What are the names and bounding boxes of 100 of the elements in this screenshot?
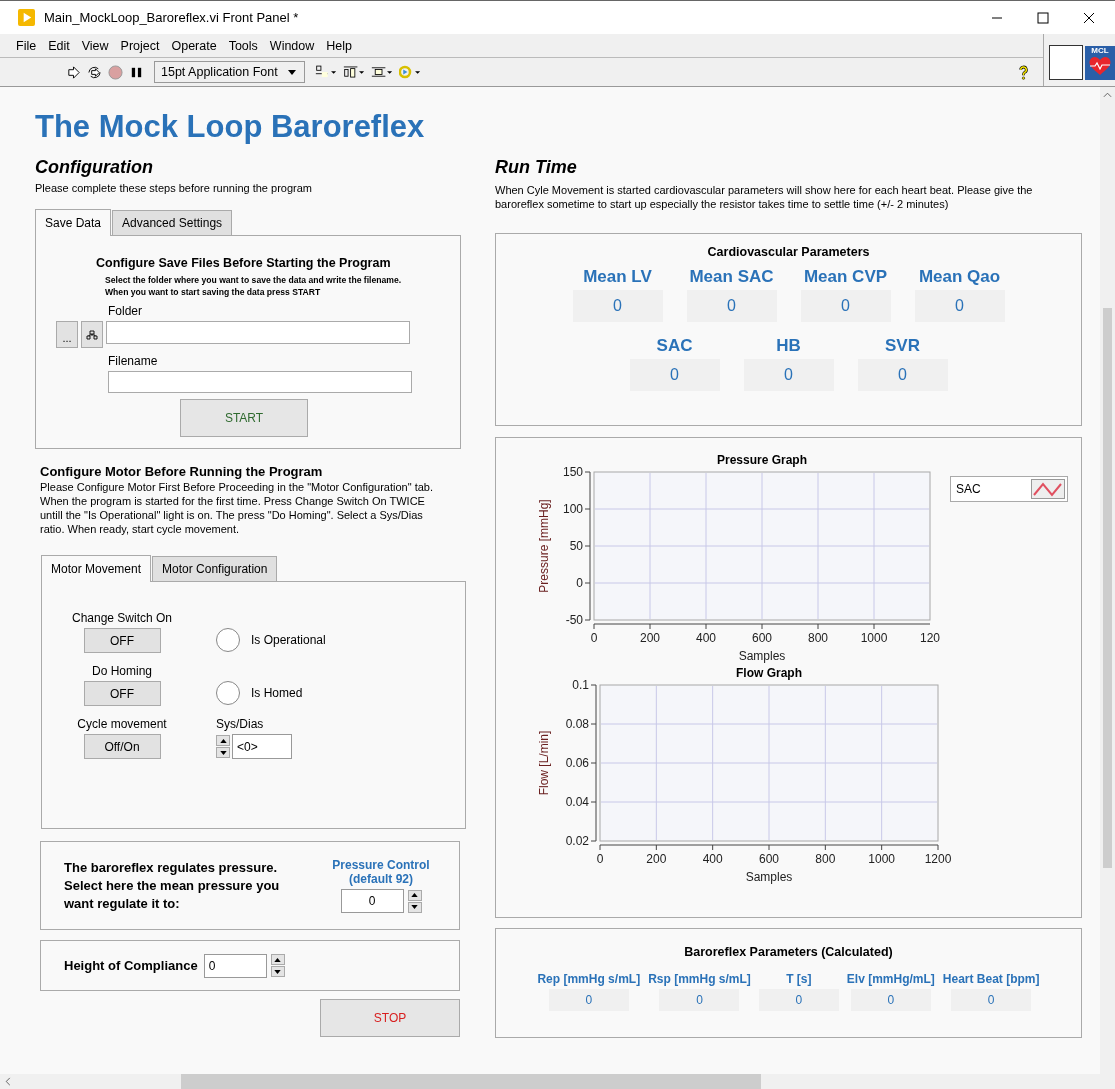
- parameter-value: 0: [951, 989, 1032, 1011]
- control-label: Change Switch On: [71, 611, 173, 625]
- tab[interactable]: Motor Configuration: [152, 556, 278, 581]
- control-label: Cycle movement: [77, 717, 167, 731]
- parameter-label: SVR: [885, 336, 920, 356]
- x-tick-label: 600: [759, 852, 779, 866]
- parameter-label: Rep [mmHg s/mL]: [537, 972, 641, 986]
- down-triangle-icon: [274, 969, 282, 974]
- parameter-label: Mean CVP: [803, 267, 888, 287]
- folder-path-field[interactable]: [106, 321, 410, 344]
- x-tick-label: 800: [808, 631, 828, 645]
- menu-item[interactable]: File: [10, 38, 43, 53]
- y-tick-label: 100: [562, 502, 583, 516]
- network-icon: [86, 329, 98, 340]
- description-text: When Cyle Movement is started cardiovascular parameters will show here for each heart beat. Please give the baroreflex sometime to start up especially the resistor takes time to settle time (+/- 2 minutes): [495, 183, 1034, 211]
- menu-item[interactable]: Help: [320, 38, 359, 53]
- toggle-button[interactable]: OFF: [83, 628, 161, 653]
- filename-field[interactable]: [108, 371, 412, 393]
- menu-item[interactable]: Edit: [42, 38, 76, 53]
- decrement-button[interactable]: [407, 901, 422, 913]
- legend-line-icon[interactable]: [1031, 479, 1065, 499]
- vertical-scrollbar[interactable]: [1100, 87, 1115, 1074]
- menu-item[interactable]: Project: [114, 38, 166, 53]
- x-tick-label: 1200: [924, 852, 952, 866]
- menu-item[interactable]: Window: [263, 38, 321, 53]
- x-tick-label: 400: [696, 631, 716, 645]
- align-objects-icon[interactable]: [314, 65, 337, 79]
- stop-button[interactable]: STOP: [320, 999, 460, 1037]
- parameter-value: 0: [548, 989, 629, 1011]
- run-arrow-icon[interactable]: [66, 64, 81, 80]
- reorder-icon[interactable]: [398, 65, 421, 79]
- toggle-button[interactable]: OFF: [83, 681, 161, 706]
- numeric-field[interactable]: 0: [340, 889, 404, 913]
- decrement-button[interactable]: [270, 966, 285, 977]
- scroll-left-icon[interactable]: [5, 1077, 11, 1086]
- panel-heading: Configure Save Files Before Starting the Program: [96, 256, 392, 270]
- y-tick-label: 0.1: [572, 678, 589, 692]
- menu-item[interactable]: Operate: [165, 38, 223, 53]
- control-label: Height of Compliance: [64, 958, 198, 973]
- x-tick-label: 1000: [860, 631, 888, 645]
- decrement-button[interactable]: [216, 747, 230, 758]
- scroll-up-icon[interactable]: [1103, 92, 1112, 98]
- parameter-value: 0: [800, 290, 891, 322]
- browse-button[interactable]: ...: [56, 321, 78, 348]
- control-label: Do Homing: [92, 664, 152, 678]
- x-tick-label: 1000: [868, 852, 895, 866]
- y-axis-title: Pressure [mmHg]: [537, 499, 551, 593]
- y-tick-label: 150: [562, 465, 583, 479]
- control-label: Sys/Dias: [216, 717, 265, 731]
- parameter-label: T [s]: [786, 972, 812, 986]
- logo-icon: MCL: [1085, 46, 1115, 80]
- increment-button[interactable]: [270, 954, 285, 965]
- increment-button[interactable]: [216, 735, 230, 746]
- up-triangle-icon: [411, 893, 418, 897]
- control-label: Pressure Control (default 92): [331, 858, 431, 886]
- field-label: Filename: [108, 354, 159, 368]
- network-browse-button[interactable]: [81, 321, 103, 348]
- panel-title: Baroreflex Parameters (Calculated): [683, 945, 894, 959]
- y-tick-label: 0.02: [565, 834, 589, 848]
- y-tick-label: 50: [569, 539, 583, 553]
- close-icon[interactable]: [1083, 11, 1095, 24]
- parameter-label: SAC: [656, 336, 693, 356]
- maximize-icon[interactable]: [1037, 11, 1049, 24]
- horizontal-scrollbar[interactable]: [0, 1074, 1115, 1089]
- app-icon: [18, 9, 35, 26]
- tab[interactable]: Motor Movement: [41, 555, 152, 582]
- down-triangle-icon: [411, 905, 418, 909]
- start-button[interactable]: START: [180, 399, 308, 437]
- tab[interactable]: Save Data: [35, 209, 112, 236]
- menu-item[interactable]: Tools: [222, 38, 264, 53]
- x-tick-label: 200: [646, 852, 667, 866]
- distribute-objects-icon[interactable]: [342, 65, 365, 79]
- help-icon[interactable]: [1016, 64, 1031, 80]
- parameter-label: HB: [776, 336, 801, 356]
- instructions-text: Select the folder where you want to save the data and write the filename. When you want to start saving the data press START: [105, 274, 403, 298]
- x-axis-title: Samples: [738, 649, 786, 663]
- section-subtitle: Please complete these steps before running the program: [35, 181, 313, 195]
- x-tick-label: 400: [702, 852, 723, 866]
- x-tick-label: 0: [596, 852, 604, 866]
- x-tick-label: 600: [752, 631, 772, 645]
- ring-field[interactable]: <0>: [232, 734, 292, 759]
- parameter-label: Mean LV: [583, 267, 652, 287]
- y-tick-label: -50: [565, 613, 583, 627]
- tab[interactable]: Advanced Settings: [112, 210, 233, 235]
- chart-title: Flow Graph: [736, 667, 802, 680]
- resize-objects-icon[interactable]: [370, 65, 393, 79]
- y-tick-label: 0: [576, 576, 583, 590]
- parameter-value: 0: [914, 290, 1005, 322]
- font-dropdown[interactable]: 15pt Application Font: [154, 61, 305, 83]
- toggle-button[interactable]: Off/On: [83, 734, 161, 759]
- increment-button[interactable]: [407, 889, 422, 901]
- y-tick-label: 0.06: [565, 756, 589, 770]
- parameter-label: Mean SAC: [689, 267, 774, 287]
- up-triangle-icon: [274, 957, 282, 962]
- numeric-field[interactable]: 0: [203, 953, 267, 978]
- x-tick-label: 120: [920, 631, 940, 645]
- down-triangle-icon: [219, 750, 227, 755]
- menu-item[interactable]: View: [75, 38, 115, 53]
- run-continuously-icon[interactable]: [87, 64, 102, 80]
- caret-icon[interactable]: [287, 69, 296, 75]
